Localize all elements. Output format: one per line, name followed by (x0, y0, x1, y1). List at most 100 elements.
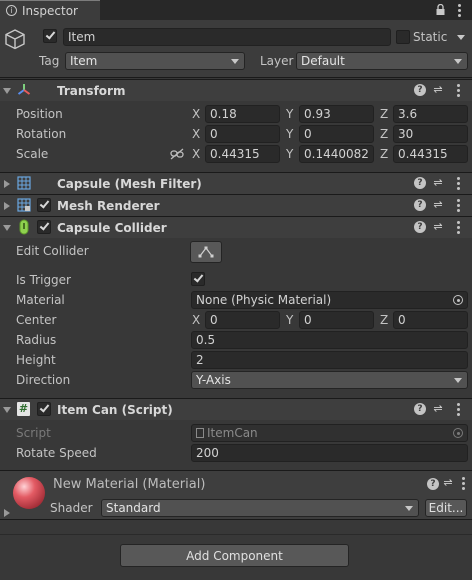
chevron-down-icon (454, 59, 462, 64)
direction-value: Y-Axis (196, 373, 231, 387)
is-trigger-checkbox[interactable] (191, 272, 205, 286)
capsule-collider-body: Edit Collider Is Trigger Material None (… (0, 238, 472, 398)
foldout-arrow-icon[interactable] (3, 88, 11, 94)
shader-dropdown[interactable]: Standard (101, 499, 419, 517)
rotation-label: Rotation (16, 127, 67, 141)
presets-icon[interactable]: ⇌ (431, 220, 445, 234)
presets-icon[interactable]: ⇌ (441, 476, 455, 490)
help-icon[interactable]: ? (414, 403, 426, 415)
axis-y-label: Y (286, 127, 294, 141)
radius-field[interactable]: 0.5 (191, 331, 468, 349)
script-value: ItemCan (207, 426, 258, 440)
axis-y-label: Y (286, 107, 294, 121)
transform-header[interactable]: Transform ? ⇌ (0, 79, 472, 101)
presets-icon[interactable]: ⇌ (431, 198, 445, 212)
add-component-button[interactable]: Add Component (120, 544, 349, 567)
item-can-body: Script ItemCan Rotate Speed 200 (0, 420, 472, 470)
tab-inspector[interactable]: i Inspector (0, 0, 100, 20)
active-checkbox[interactable] (43, 29, 57, 43)
position-x-field[interactable]: 0.18 (205, 105, 280, 123)
axis-z-label: Z (380, 127, 389, 141)
tag-label: Tag (39, 54, 60, 68)
help-icon[interactable]: ? (427, 478, 439, 490)
edit-collider-button[interactable] (190, 241, 222, 263)
link-scale-icon[interactable] (170, 148, 184, 163)
foldout-arrow-icon[interactable] (3, 225, 11, 231)
component-menu-icon[interactable] (457, 403, 461, 417)
transform-title: Transform (57, 84, 126, 98)
tag-dropdown[interactable]: Item (65, 52, 245, 70)
tag-value: Item (70, 54, 98, 68)
chevron-down-icon (405, 506, 413, 511)
capsule-collider-enabled-checkbox[interactable] (37, 220, 51, 234)
item-can-enabled-checkbox[interactable] (37, 402, 51, 416)
static-checkbox[interactable] (396, 30, 410, 44)
foldout-arrow-icon[interactable] (4, 202, 10, 210)
script-object-field: ItemCan (191, 424, 468, 442)
static-label: Static (413, 30, 448, 44)
foldout-arrow-icon[interactable] (3, 407, 11, 413)
scale-x-field[interactable]: 0.44315 (205, 145, 280, 163)
mesh-renderer-icon (17, 198, 31, 215)
presets-icon[interactable]: ⇌ (431, 402, 445, 416)
mesh-renderer-header[interactable]: Mesh Renderer ? ⇌ (0, 194, 472, 216)
component-menu-icon[interactable] (457, 177, 461, 191)
tab-menu-icon[interactable] (458, 4, 462, 18)
center-label: Center (16, 313, 57, 327)
object-picker-icon (453, 428, 463, 438)
position-y-field[interactable]: 0.93 (299, 105, 374, 123)
axis-x-label: X (192, 147, 201, 161)
axis-z-label: Z (380, 313, 389, 327)
object-header: Item Static Tag Item Layer Default (0, 20, 472, 78)
center-y-field[interactable]: 0 (299, 311, 374, 329)
rotation-y-field[interactable]: 0 (299, 125, 374, 143)
position-label: Position (16, 107, 63, 121)
rotation-z-field[interactable]: 30 (393, 125, 468, 143)
center-z-field[interactable]: 0 (393, 311, 468, 329)
mesh-filter-header[interactable]: Capsule (Mesh Filter) ? ⇌ (0, 172, 472, 194)
chevron-down-icon (454, 378, 462, 383)
height-field[interactable]: 2 (191, 351, 468, 369)
mesh-renderer-enabled-checkbox[interactable] (37, 198, 51, 212)
help-icon[interactable]: ? (414, 199, 426, 211)
script-file-icon (196, 428, 204, 438)
inspector-tab-bar: i Inspector (0, 0, 472, 20)
script-label: Script (16, 426, 51, 440)
help-icon[interactable]: ? (414, 84, 426, 96)
position-z-field[interactable]: 3.6 (393, 105, 468, 123)
presets-icon[interactable]: ⇌ (431, 83, 445, 97)
rotate-speed-field[interactable]: 200 (191, 444, 468, 462)
direction-dropdown[interactable]: Y-Axis (191, 371, 468, 389)
layer-value: Default (301, 54, 345, 68)
object-picker-icon[interactable] (453, 295, 463, 305)
scale-z-field[interactable]: 0.44315 (393, 145, 468, 163)
component-menu-icon[interactable] (462, 477, 466, 491)
material-object-field[interactable]: None (Physic Material) (191, 291, 468, 309)
presets-icon[interactable]: ⇌ (431, 176, 445, 190)
help-icon[interactable]: ? (414, 177, 426, 189)
material-foldout-icon[interactable] (4, 509, 10, 517)
scale-y-field[interactable]: 0.1440082 (299, 145, 374, 163)
layer-dropdown[interactable]: Default (296, 52, 468, 70)
capsule-collider-header[interactable]: Capsule Collider ? ⇌ (0, 216, 472, 238)
rotation-x-field[interactable]: 0 (205, 125, 280, 143)
component-menu-icon[interactable] (457, 221, 461, 235)
center-x-field[interactable]: 0 (205, 311, 280, 329)
static-dropdown-icon[interactable] (457, 35, 465, 40)
axis-x-label: X (192, 127, 201, 141)
lock-icon[interactable] (436, 3, 445, 15)
component-menu-icon[interactable] (457, 199, 461, 213)
chevron-down-icon (231, 59, 239, 64)
item-can-header[interactable]: # Item Can (Script) ? ⇌ (0, 398, 472, 420)
info-icon: i (6, 5, 17, 16)
scale-label: Scale (16, 147, 49, 161)
transform-body: Position X 0.18 Y 0.93 Z 3.6 Rotation X … (0, 101, 472, 171)
foldout-arrow-icon[interactable] (4, 180, 10, 188)
capsule-collider-title: Capsule Collider (57, 221, 167, 235)
object-name-field[interactable]: Item (63, 28, 391, 46)
help-icon[interactable]: ? (414, 221, 426, 233)
is-trigger-label: Is Trigger (16, 273, 71, 287)
edit-collider-label: Edit Collider (16, 244, 89, 258)
component-menu-icon[interactable] (457, 84, 461, 98)
edit-shader-button[interactable]: Edit... (425, 499, 467, 517)
